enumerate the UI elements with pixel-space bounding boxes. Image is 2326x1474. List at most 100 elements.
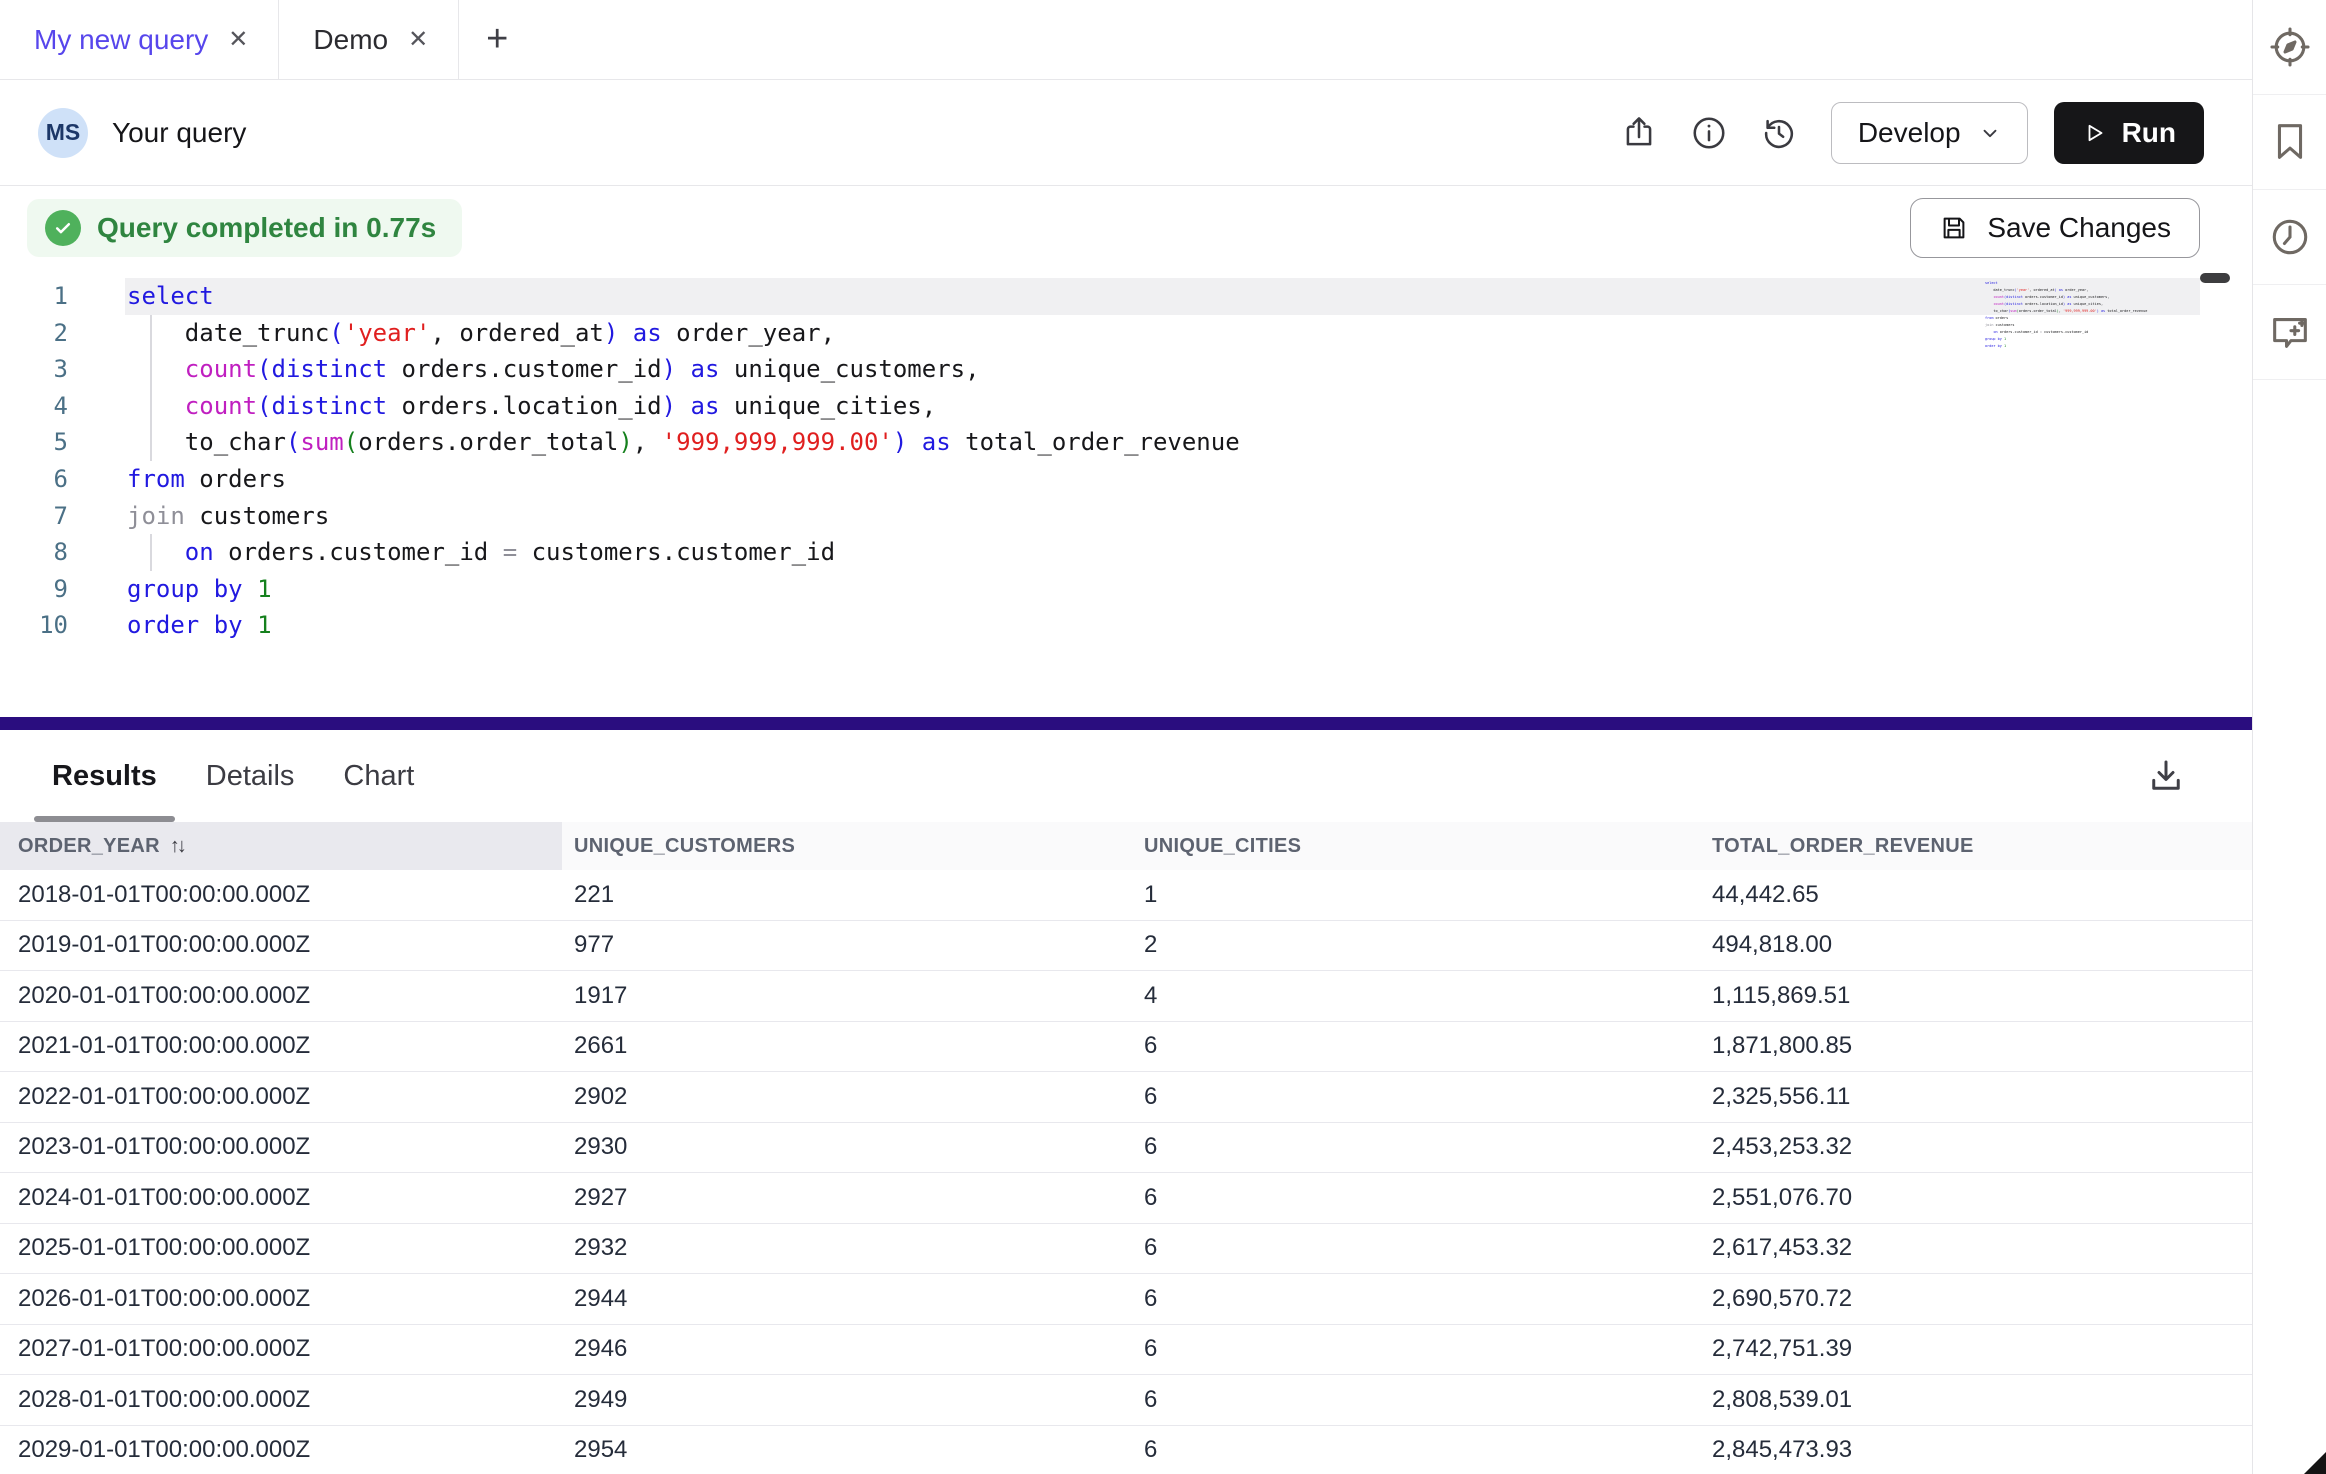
editor-line[interactable]: 7join customers	[0, 498, 2252, 535]
table-cell: 2019-01-01T00:00:00.000Z	[0, 921, 562, 971]
editor-line[interactable]: 3 count(distinct orders.customer_id) as …	[0, 351, 2252, 388]
app-window: My new query✕ Demo ✕ + MS Your query	[0, 0, 2326, 1474]
table-header-cell[interactable]: TOTAL_ORDER_REVENUE	[1700, 822, 2252, 870]
column-label: TOTAL_ORDER_REVENUE	[1712, 835, 1974, 858]
table-header-cell[interactable]: UNIQUE_CITIES	[1132, 822, 1700, 870]
status-message: Query completed in 0.77s	[97, 212, 436, 244]
editor-line[interactable]: 10order by 1	[0, 607, 2252, 644]
table-cell: 2	[1132, 921, 1700, 971]
table-cell: 2,453,253.32	[1700, 1123, 2252, 1173]
line-number: 9	[0, 571, 68, 608]
results-tab-details[interactable]: Details	[188, 730, 313, 822]
query-tabs: My new query✕ Demo ✕	[0, 0, 459, 79]
table-cell: 2029-01-01T00:00:00.000Z	[0, 1426, 562, 1474]
editor-scrollbar-thumb[interactable]	[2200, 273, 2230, 283]
save-changes-button[interactable]: Save Changes	[1910, 198, 2200, 258]
history-clock-icon[interactable]	[2253, 190, 2326, 285]
code-text: on orders.customer_id = customers.custom…	[68, 538, 835, 566]
develop-button[interactable]: Develop	[1831, 102, 2028, 164]
table-cell: 6	[1132, 1173, 1700, 1223]
results-tab-results[interactable]: Results	[34, 730, 175, 822]
query-tab[interactable]: Demo ✕	[279, 0, 459, 79]
column-label: ORDER_YEAR	[18, 835, 160, 858]
save-label: Save Changes	[1987, 212, 2171, 244]
table-cell: 44,442.65	[1700, 870, 2252, 920]
save-icon	[1939, 213, 1969, 243]
table-row[interactable]: 2029-01-01T00:00:00.000Z295462,845,473.9…	[0, 1426, 2252, 1474]
editor-line[interactable]: 8 on orders.customer_id = customers.cust…	[0, 534, 2252, 571]
table-cell: 1917	[562, 971, 1132, 1021]
table-row[interactable]: 2019-01-01T00:00:00.000Z9772494,818.00	[0, 921, 2252, 972]
table-row[interactable]: 2026-01-01T00:00:00.000Z294462,690,570.7…	[0, 1274, 2252, 1325]
editor-line[interactable]: 9group by 1	[0, 571, 2252, 608]
download-results-icon[interactable]	[2140, 750, 2192, 802]
editor-line[interactable]: 2 date_trunc('year', ordered_at) as orde…	[0, 315, 2252, 352]
page-title: Your query	[112, 117, 246, 149]
editor-line[interactable]: 5 to_char(sum(orders.order_total), '999,…	[0, 424, 2252, 461]
editor-line[interactable]: 4 count(distinct orders.location_id) as …	[0, 388, 2252, 425]
table-header-cell[interactable]: ORDER_YEAR ↑↓	[0, 822, 562, 870]
resize-grip[interactable]	[2304, 1452, 2326, 1474]
table-header-cell[interactable]: UNIQUE_CUSTOMERS	[562, 822, 1132, 870]
run-button[interactable]: Run	[2054, 102, 2204, 164]
avatar[interactable]: MS	[38, 108, 88, 158]
table-cell: 977	[562, 921, 1132, 971]
table-cell: 6	[1132, 1426, 1700, 1474]
share-icon[interactable]	[1617, 111, 1661, 155]
table-cell: 2,742,751.39	[1700, 1325, 2252, 1375]
play-icon	[2082, 121, 2106, 145]
history-icon[interactable]	[1757, 111, 1801, 155]
table-row[interactable]: 2025-01-01T00:00:00.000Z293262,617,453.3…	[0, 1224, 2252, 1275]
line-number: 6	[0, 461, 68, 498]
column-label: UNIQUE_CUSTOMERS	[574, 835, 795, 858]
ai-chat-icon[interactable]	[2253, 285, 2326, 380]
table-row[interactable]: 2018-01-01T00:00:00.000Z221144,442.65	[0, 870, 2252, 921]
table-row[interactable]: 2020-01-01T00:00:00.000Z191741,115,869.5…	[0, 971, 2252, 1022]
table-row[interactable]: 2023-01-01T00:00:00.000Z293062,453,253.3…	[0, 1123, 2252, 1174]
bookmark-icon[interactable]	[2253, 95, 2326, 190]
code-text: to_char(sum(orders.order_total), '999,99…	[68, 428, 1240, 456]
table-row[interactable]: 2027-01-01T00:00:00.000Z294662,742,751.3…	[0, 1325, 2252, 1376]
compass-icon[interactable]	[2253, 0, 2326, 95]
table-cell: 6	[1132, 1072, 1700, 1122]
table-cell: 2,617,453.32	[1700, 1224, 2252, 1274]
table-cell: 2022-01-01T00:00:00.000Z	[0, 1072, 562, 1122]
table-cell: 2021-01-01T00:00:00.000Z	[0, 1022, 562, 1072]
table-cell: 6	[1132, 1375, 1700, 1425]
table-row[interactable]: 2021-01-01T00:00:00.000Z266161,871,800.8…	[0, 1022, 2252, 1073]
panel-splitter[interactable]	[0, 717, 2252, 730]
table-cell: 2927	[562, 1173, 1132, 1223]
table-cell: 2023-01-01T00:00:00.000Z	[0, 1123, 562, 1173]
table-row[interactable]: 2022-01-01T00:00:00.000Z290262,325,556.1…	[0, 1072, 2252, 1123]
table-cell: 2,808,539.01	[1700, 1375, 2252, 1425]
table-cell: 2018-01-01T00:00:00.000Z	[0, 870, 562, 920]
sort-icon[interactable]: ↑↓	[170, 835, 184, 858]
new-tab-button[interactable]: +	[459, 0, 535, 79]
sql-editor[interactable]: 1select2 date_trunc('year', ordered_at) …	[0, 270, 2252, 717]
table-cell: 6	[1132, 1325, 1700, 1375]
query-tab[interactable]: My new query✕	[0, 0, 279, 79]
code-text: count(distinct orders.customer_id) as un…	[68, 355, 980, 383]
query-header: MS Your query	[0, 80, 2252, 186]
table-row[interactable]: 2028-01-01T00:00:00.000Z294962,808,539.0…	[0, 1375, 2252, 1426]
table-cell: 2930	[562, 1123, 1132, 1173]
code-text: join customers	[68, 502, 329, 530]
line-number: 1	[0, 278, 68, 315]
table-cell: 2,845,473.93	[1700, 1426, 2252, 1474]
table-row[interactable]: 2024-01-01T00:00:00.000Z292762,551,076.7…	[0, 1173, 2252, 1224]
results-tab-chart[interactable]: Chart	[325, 730, 432, 822]
table-cell: 2025-01-01T00:00:00.000Z	[0, 1224, 562, 1274]
table-cell: 2949	[562, 1375, 1132, 1425]
info-icon[interactable]	[1687, 111, 1731, 155]
line-number: 2	[0, 315, 68, 352]
table-body: 2018-01-01T00:00:00.000Z221144,442.65201…	[0, 870, 2252, 1474]
tab-label: Demo	[313, 24, 388, 56]
close-tab-icon[interactable]: ✕	[228, 28, 248, 52]
close-tab-icon[interactable]: ✕	[408, 28, 428, 52]
table-cell: 2,690,570.72	[1700, 1274, 2252, 1324]
status-row: Query completed in 0.77s Save Changes	[0, 186, 2252, 270]
editor-line[interactable]: 1select	[0, 278, 2252, 315]
editor-line[interactable]: 6from orders	[0, 461, 2252, 498]
table-cell: 2661	[562, 1022, 1132, 1072]
table-cell: 2946	[562, 1325, 1132, 1375]
